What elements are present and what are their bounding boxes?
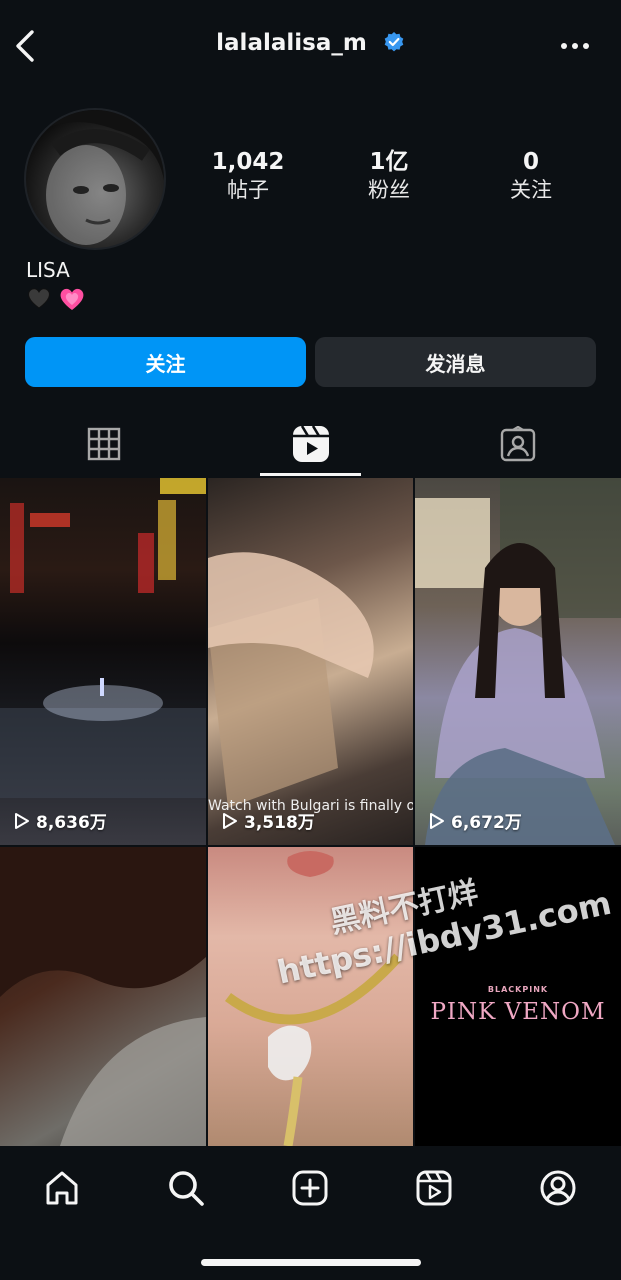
nav-profile[interactable]	[538, 1168, 578, 1208]
reel-views: 3,518万	[222, 808, 315, 833]
reel-thumbnail[interactable]: 6,672万	[415, 478, 621, 845]
reels-icon	[292, 425, 329, 462]
create-icon	[292, 1170, 328, 1206]
stat-followers[interactable]: 1亿 粉丝	[329, 148, 449, 204]
reel-thumbnail[interactable]: Watch with Bulgari is finally ou 3,518万	[208, 478, 413, 845]
reel-thumbnail[interactable]: BLACKPINK PINK VENOM	[415, 847, 621, 1146]
nav-home[interactable]	[42, 1168, 82, 1208]
reels-icon	[416, 1170, 452, 1206]
active-tab-indicator	[260, 473, 361, 476]
message-button[interactable]: 发消息	[315, 337, 596, 387]
display-name: LISA	[26, 258, 70, 282]
reel-views-count: 6,672万	[451, 813, 522, 833]
stat-posts[interactable]: 1,042 帖子	[188, 148, 308, 204]
reel-views: 8,636万	[14, 808, 107, 833]
nav-reels[interactable]	[414, 1168, 454, 1208]
play-icon	[223, 812, 237, 829]
tagged-icon	[500, 426, 535, 462]
black-heart-icon	[28, 288, 50, 309]
reel-thumbnail[interactable]	[208, 847, 413, 1146]
stat-following-label: 关注	[510, 178, 552, 202]
stat-followers-label: 粉丝	[368, 178, 410, 202]
username: lalalalisa_m	[216, 30, 367, 56]
home-icon	[46, 1171, 78, 1205]
reel-thumbnail[interactable]	[0, 847, 206, 1146]
reels-grid: 8,636万 Watch with Bulgari is finally ou …	[0, 478, 621, 1146]
page-title: lalalalisa_m	[0, 30, 621, 59]
ellipsis-icon	[561, 43, 589, 49]
reel-views-count: 3,518万	[244, 813, 315, 833]
more-options-button[interactable]	[559, 38, 591, 54]
reel-brand-text: BLACKPINK	[487, 985, 549, 994]
stat-following-value: 0	[522, 149, 539, 175]
reel-thumbnail[interactable]: 8,636万	[0, 478, 206, 845]
stat-followers-value: 1亿	[369, 149, 409, 175]
nav-create[interactable]	[290, 1168, 330, 1208]
stat-posts-value: 1,042	[211, 149, 285, 175]
tab-reels[interactable]	[207, 410, 414, 478]
home-indicator	[201, 1259, 421, 1266]
stat-following[interactable]: 0 关注	[471, 148, 591, 204]
verified-badge-icon	[383, 31, 405, 59]
follow-button[interactable]: 关注	[25, 337, 306, 387]
growing-heart-icon	[60, 288, 84, 310]
tab-posts-grid[interactable]	[0, 410, 207, 478]
profile-tabs	[0, 410, 621, 478]
search-icon	[169, 1171, 204, 1206]
stat-posts-label: 帖子	[227, 178, 269, 202]
profile-icon	[540, 1170, 576, 1206]
profile-header: lalalalisa_m	[0, 0, 621, 92]
reel-views-count: 8,636万	[36, 813, 107, 833]
reel-title-text: PINK VENOM	[430, 999, 606, 1025]
play-icon	[430, 812, 444, 829]
nav-search[interactable]	[166, 1168, 206, 1208]
reel-views: 6,672万	[429, 808, 522, 833]
tab-tagged[interactable]	[414, 410, 621, 478]
profile-avatar[interactable]	[24, 108, 166, 250]
grid-icon	[87, 427, 120, 461]
bio	[26, 286, 86, 312]
play-icon	[15, 812, 29, 829]
